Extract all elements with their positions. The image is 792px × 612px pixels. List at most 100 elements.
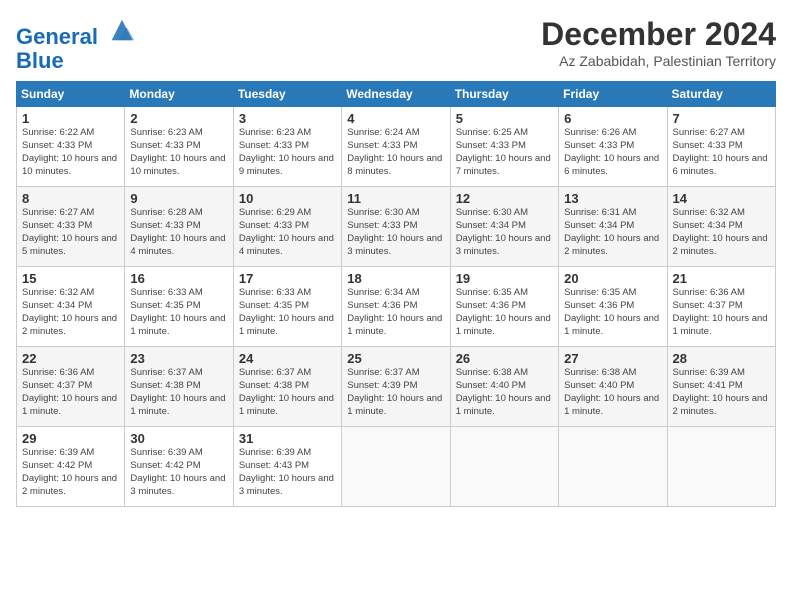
calendar-cell: 12 Sunrise: 6:30 AM Sunset: 4:34 PM Dayl…: [450, 187, 558, 267]
day-number: 7: [673, 111, 770, 126]
day-info: Sunrise: 6:26 AM Sunset: 4:33 PM Dayligh…: [564, 127, 661, 178]
day-number: 2: [130, 111, 227, 126]
calendar-cell: 2 Sunrise: 6:23 AM Sunset: 4:33 PM Dayli…: [125, 107, 233, 187]
title-block: December 2024 Az Zababidah, Palestinian …: [541, 16, 776, 69]
calendar-cell: 22 Sunrise: 6:36 AM Sunset: 4:37 PM Dayl…: [17, 347, 125, 427]
day-number: 12: [456, 191, 553, 206]
day-info: Sunrise: 6:39 AM Sunset: 4:42 PM Dayligh…: [130, 447, 227, 498]
calendar-cell: [342, 427, 450, 507]
day-number: 3: [239, 111, 336, 126]
day-number: 27: [564, 351, 661, 366]
day-number: 18: [347, 271, 444, 286]
day-number: 8: [22, 191, 119, 206]
calendar-cell: 31 Sunrise: 6:39 AM Sunset: 4:43 PM Dayl…: [233, 427, 341, 507]
day-number: 31: [239, 431, 336, 446]
calendar-cell: 6 Sunrise: 6:26 AM Sunset: 4:33 PM Dayli…: [559, 107, 667, 187]
day-number: 9: [130, 191, 227, 206]
calendar-cell: 1 Sunrise: 6:22 AM Sunset: 4:33 PM Dayli…: [17, 107, 125, 187]
day-info: Sunrise: 6:35 AM Sunset: 4:36 PM Dayligh…: [456, 287, 553, 338]
calendar-week-row: 29 Sunrise: 6:39 AM Sunset: 4:42 PM Dayl…: [17, 427, 776, 507]
day-info: Sunrise: 6:24 AM Sunset: 4:33 PM Dayligh…: [347, 127, 444, 178]
day-number: 29: [22, 431, 119, 446]
calendar-cell: 16 Sunrise: 6:33 AM Sunset: 4:35 PM Dayl…: [125, 267, 233, 347]
day-info: Sunrise: 6:37 AM Sunset: 4:38 PM Dayligh…: [130, 367, 227, 418]
calendar-cell: 30 Sunrise: 6:39 AM Sunset: 4:42 PM Dayl…: [125, 427, 233, 507]
day-number: 24: [239, 351, 336, 366]
calendar-cell: 19 Sunrise: 6:35 AM Sunset: 4:36 PM Dayl…: [450, 267, 558, 347]
day-number: 17: [239, 271, 336, 286]
day-number: 25: [347, 351, 444, 366]
calendar-cell: 17 Sunrise: 6:33 AM Sunset: 4:35 PM Dayl…: [233, 267, 341, 347]
day-number: 21: [673, 271, 770, 286]
calendar-cell: 4 Sunrise: 6:24 AM Sunset: 4:33 PM Dayli…: [342, 107, 450, 187]
day-info: Sunrise: 6:33 AM Sunset: 4:35 PM Dayligh…: [239, 287, 336, 338]
day-info: Sunrise: 6:30 AM Sunset: 4:33 PM Dayligh…: [347, 207, 444, 258]
calendar-week-row: 8 Sunrise: 6:27 AM Sunset: 4:33 PM Dayli…: [17, 187, 776, 267]
day-info: Sunrise: 6:38 AM Sunset: 4:40 PM Dayligh…: [456, 367, 553, 418]
day-info: Sunrise: 6:39 AM Sunset: 4:41 PM Dayligh…: [673, 367, 770, 418]
logo-general: General: [16, 24, 98, 49]
day-number: 30: [130, 431, 227, 446]
day-number: 10: [239, 191, 336, 206]
column-header-friday: Friday: [559, 82, 667, 107]
day-info: Sunrise: 6:30 AM Sunset: 4:34 PM Dayligh…: [456, 207, 553, 258]
column-header-thursday: Thursday: [450, 82, 558, 107]
day-info: Sunrise: 6:39 AM Sunset: 4:43 PM Dayligh…: [239, 447, 336, 498]
calendar-week-row: 22 Sunrise: 6:36 AM Sunset: 4:37 PM Dayl…: [17, 347, 776, 427]
day-info: Sunrise: 6:37 AM Sunset: 4:39 PM Dayligh…: [347, 367, 444, 418]
calendar-cell: 15 Sunrise: 6:32 AM Sunset: 4:34 PM Dayl…: [17, 267, 125, 347]
calendar-cell: [667, 427, 775, 507]
day-number: 6: [564, 111, 661, 126]
calendar-cell: 24 Sunrise: 6:37 AM Sunset: 4:38 PM Dayl…: [233, 347, 341, 427]
calendar-cell: 7 Sunrise: 6:27 AM Sunset: 4:33 PM Dayli…: [667, 107, 775, 187]
day-info: Sunrise: 6:29 AM Sunset: 4:33 PM Dayligh…: [239, 207, 336, 258]
day-info: Sunrise: 6:34 AM Sunset: 4:36 PM Dayligh…: [347, 287, 444, 338]
day-number: 11: [347, 191, 444, 206]
calendar-cell: 27 Sunrise: 6:38 AM Sunset: 4:40 PM Dayl…: [559, 347, 667, 427]
day-info: Sunrise: 6:38 AM Sunset: 4:40 PM Dayligh…: [564, 367, 661, 418]
day-info: Sunrise: 6:28 AM Sunset: 4:33 PM Dayligh…: [130, 207, 227, 258]
day-number: 1: [22, 111, 119, 126]
calendar-cell: 18 Sunrise: 6:34 AM Sunset: 4:36 PM Dayl…: [342, 267, 450, 347]
calendar-cell: 20 Sunrise: 6:35 AM Sunset: 4:36 PM Dayl…: [559, 267, 667, 347]
calendar-cell: [450, 427, 558, 507]
day-info: Sunrise: 6:23 AM Sunset: 4:33 PM Dayligh…: [239, 127, 336, 178]
location-title: Az Zababidah, Palestinian Territory: [541, 53, 776, 69]
day-number: 13: [564, 191, 661, 206]
calendar-cell: 25 Sunrise: 6:37 AM Sunset: 4:39 PM Dayl…: [342, 347, 450, 427]
calendar-cell: 10 Sunrise: 6:29 AM Sunset: 4:33 PM Dayl…: [233, 187, 341, 267]
day-info: Sunrise: 6:32 AM Sunset: 4:34 PM Dayligh…: [22, 287, 119, 338]
column-header-wednesday: Wednesday: [342, 82, 450, 107]
day-number: 4: [347, 111, 444, 126]
column-header-sunday: Sunday: [17, 82, 125, 107]
calendar-header-row: SundayMondayTuesdayWednesdayThursdayFrid…: [17, 82, 776, 107]
calendar-cell: 29 Sunrise: 6:39 AM Sunset: 4:42 PM Dayl…: [17, 427, 125, 507]
column-header-monday: Monday: [125, 82, 233, 107]
calendar-cell: 21 Sunrise: 6:36 AM Sunset: 4:37 PM Dayl…: [667, 267, 775, 347]
logo: General Blue: [16, 16, 136, 73]
day-info: Sunrise: 6:32 AM Sunset: 4:34 PM Dayligh…: [673, 207, 770, 258]
calendar-week-row: 1 Sunrise: 6:22 AM Sunset: 4:33 PM Dayli…: [17, 107, 776, 187]
calendar-cell: 11 Sunrise: 6:30 AM Sunset: 4:33 PM Dayl…: [342, 187, 450, 267]
day-info: Sunrise: 6:33 AM Sunset: 4:35 PM Dayligh…: [130, 287, 227, 338]
column-header-saturday: Saturday: [667, 82, 775, 107]
day-info: Sunrise: 6:36 AM Sunset: 4:37 PM Dayligh…: [22, 367, 119, 418]
day-info: Sunrise: 6:39 AM Sunset: 4:42 PM Dayligh…: [22, 447, 119, 498]
day-info: Sunrise: 6:35 AM Sunset: 4:36 PM Dayligh…: [564, 287, 661, 338]
day-info: Sunrise: 6:25 AM Sunset: 4:33 PM Dayligh…: [456, 127, 553, 178]
calendar-cell: 3 Sunrise: 6:23 AM Sunset: 4:33 PM Dayli…: [233, 107, 341, 187]
calendar-cell: 8 Sunrise: 6:27 AM Sunset: 4:33 PM Dayli…: [17, 187, 125, 267]
logo-icon: [108, 16, 136, 44]
column-header-tuesday: Tuesday: [233, 82, 341, 107]
calendar-cell: 5 Sunrise: 6:25 AM Sunset: 4:33 PM Dayli…: [450, 107, 558, 187]
page-header: General Blue December 2024 Az Zababidah,…: [16, 16, 776, 73]
calendar-cell: 23 Sunrise: 6:37 AM Sunset: 4:38 PM Dayl…: [125, 347, 233, 427]
month-title: December 2024: [541, 16, 776, 53]
calendar-table: SundayMondayTuesdayWednesdayThursdayFrid…: [16, 81, 776, 507]
logo-blue: Blue: [16, 48, 64, 73]
day-info: Sunrise: 6:27 AM Sunset: 4:33 PM Dayligh…: [22, 207, 119, 258]
calendar-cell: [559, 427, 667, 507]
calendar-cell: 26 Sunrise: 6:38 AM Sunset: 4:40 PM Dayl…: [450, 347, 558, 427]
calendar-cell: 13 Sunrise: 6:31 AM Sunset: 4:34 PM Dayl…: [559, 187, 667, 267]
day-number: 14: [673, 191, 770, 206]
